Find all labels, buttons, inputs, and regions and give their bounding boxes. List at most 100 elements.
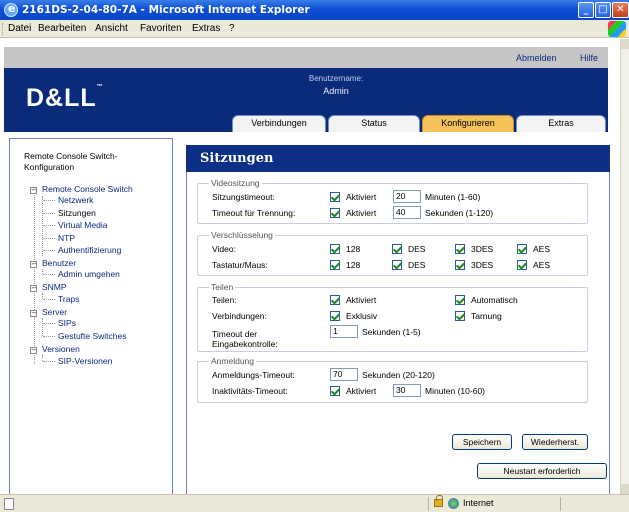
video-aes-checkbox[interactable] xyxy=(517,244,527,254)
inactivity-timeout-input[interactable]: 30 xyxy=(393,384,421,397)
tab-verbindungen[interactable]: Verbindungen xyxy=(232,115,326,132)
collapse-icon[interactable]: − xyxy=(30,310,37,317)
video-3des-checkbox[interactable] xyxy=(455,244,465,254)
stealth-label: Tarnung xyxy=(471,311,502,321)
share-automatic-checkbox[interactable] xyxy=(455,295,465,305)
collapse-icon[interactable]: − xyxy=(30,261,37,268)
disconnect-timeout-input[interactable]: 40 xyxy=(393,206,421,219)
vertical-scrollbar[interactable] xyxy=(620,39,629,494)
nav-title: Remote Console Switch-Konfiguration xyxy=(24,151,118,172)
collapse-icon[interactable]: − xyxy=(30,285,37,292)
session-timeout-enabled-label: Aktiviert xyxy=(346,192,377,202)
video-aes-label: AES xyxy=(533,244,551,254)
window-title: 2161DS-2-04-80-7A - Microsoft Internet E… xyxy=(22,4,310,16)
share-label: Teilen: xyxy=(212,295,237,305)
close-button[interactable]: ✕ xyxy=(612,2,629,18)
nav-item-versionen[interactable]: Versionen xyxy=(42,344,80,354)
nav-item-remote-console-switch[interactable]: Remote Console Switch xyxy=(42,184,133,194)
tab-status[interactable]: Status xyxy=(328,115,420,132)
nav-item-sitzungen[interactable]: Sitzungen xyxy=(58,208,96,218)
nav-item-netzwerk[interactable]: Netzwerk xyxy=(58,195,93,205)
nav-item-virtual-media[interactable]: Virtual Media xyxy=(58,220,107,230)
disconnect-timeout-enabled-label: Aktiviert xyxy=(346,208,377,218)
status-bar: Internet xyxy=(0,494,629,512)
nav-item-snmp[interactable]: SNMP xyxy=(42,282,67,292)
save-button[interactable]: Speichern xyxy=(452,434,512,450)
collapse-icon[interactable]: − xyxy=(30,187,37,194)
encryption-keyboard-label: Tastatur/Maus: xyxy=(212,260,268,270)
inactivity-timeout-label: Inaktivitäts-Timeout: xyxy=(212,386,288,396)
exclusive-label: Exklusiv xyxy=(346,311,378,321)
menu-bearbeiten[interactable]: Bearbeiten xyxy=(38,23,86,34)
maximize-button[interactable]: □ xyxy=(595,2,611,18)
kbd-128-label: 128 xyxy=(346,260,361,270)
video-3des-label: 3DES xyxy=(471,244,494,254)
inactivity-enabled-checkbox[interactable] xyxy=(330,386,340,396)
stealth-checkbox[interactable] xyxy=(455,311,465,321)
video-128-checkbox[interactable] xyxy=(330,244,340,254)
session-timeout-input[interactable]: 20 xyxy=(393,190,421,203)
kbd-3des-checkbox[interactable] xyxy=(455,260,465,270)
scroll-up-arrow-icon[interactable] xyxy=(621,39,629,49)
tree-line xyxy=(43,323,55,324)
restart-required-button[interactable]: Neustart erforderlich xyxy=(477,463,607,479)
status-separator xyxy=(560,497,561,511)
video-des-label: DES xyxy=(408,244,426,254)
tree-line xyxy=(42,196,43,256)
share-enabled-checkbox[interactable] xyxy=(330,295,340,305)
help-link[interactable]: Hilfe xyxy=(580,53,598,63)
nav-item-gestufte-switches[interactable]: Gestufte Switches xyxy=(58,331,127,341)
inactivity-timeout-unit: Minuten (10-60) xyxy=(425,386,486,396)
menu-extras[interactable]: Extras xyxy=(192,23,220,34)
exclusive-checkbox[interactable] xyxy=(330,311,340,321)
video-des-checkbox[interactable] xyxy=(392,244,402,254)
legend-teilen: Teilen xyxy=(209,282,236,292)
input-timeout-input[interactable]: 1 xyxy=(330,325,358,338)
ie-icon xyxy=(4,2,18,17)
windows-logo-icon xyxy=(608,21,626,37)
session-timeout-label: Sitzungstimeout: xyxy=(212,192,275,202)
kbd-aes-checkbox[interactable] xyxy=(517,260,527,270)
nav-item-admin-umgehen[interactable]: Admin umgehen xyxy=(58,269,120,279)
input-timeout-unit: Sekunden (1-5) xyxy=(362,327,421,337)
session-timeout-checkbox[interactable] xyxy=(330,192,340,202)
tab-extras[interactable]: Extras xyxy=(516,115,606,132)
input-timeout-label-2: Eingabekontrolle: xyxy=(212,339,278,349)
inactivity-enabled-label: Aktiviert xyxy=(346,386,377,396)
menu-help[interactable]: ? xyxy=(229,23,235,34)
minimize-button[interactable]: _ xyxy=(578,2,594,18)
page-done-icon xyxy=(4,498,14,510)
tree-line xyxy=(34,189,35,364)
page-title: Sitzungen xyxy=(186,145,610,172)
tree-line xyxy=(43,336,55,337)
nav-item-sip-versionen[interactable]: SIP-Versionen xyxy=(58,356,112,366)
menu-ansicht[interactable]: Ansicht xyxy=(95,23,128,34)
kbd-des-label: DES xyxy=(408,260,426,270)
nav-item-authentifizierung[interactable]: Authentifizierung xyxy=(58,245,121,255)
tree-line xyxy=(43,274,55,275)
legend-videositzung: Videositzung xyxy=(209,178,262,188)
tree-line xyxy=(42,318,43,336)
login-timeout-input[interactable]: 70 xyxy=(330,368,358,381)
restore-button[interactable]: Wiederherst. xyxy=(522,434,588,450)
tab-konfigurieren[interactable]: Konfigurieren xyxy=(422,115,514,132)
menu-datei[interactable]: Datei xyxy=(8,23,31,34)
input-timeout-label-1: Timeout der xyxy=(212,329,258,339)
nav-item-benutzer[interactable]: Benutzer xyxy=(42,258,76,268)
nav-item-server[interactable]: Server xyxy=(42,307,67,317)
username-value: Admin xyxy=(323,86,349,96)
nav-item-sips[interactable]: SIPs xyxy=(58,318,76,328)
share-enabled-label: Aktiviert xyxy=(346,295,377,305)
collapse-icon[interactable]: − xyxy=(30,347,37,354)
menu-favoriten[interactable]: Favoriten xyxy=(140,23,182,34)
logout-link[interactable]: Abmelden xyxy=(516,53,557,63)
kbd-des-checkbox[interactable] xyxy=(392,260,402,270)
security-zone-label: Internet xyxy=(463,498,494,508)
tree-line xyxy=(43,250,55,251)
scroll-down-arrow-icon[interactable] xyxy=(621,484,629,494)
kbd-128-checkbox[interactable] xyxy=(330,260,340,270)
nav-item-traps[interactable]: Traps xyxy=(58,294,79,304)
disconnect-timeout-checkbox[interactable] xyxy=(330,208,340,218)
kbd-3des-label: 3DES xyxy=(471,260,494,270)
nav-item-ntp[interactable]: NTP xyxy=(58,233,75,243)
